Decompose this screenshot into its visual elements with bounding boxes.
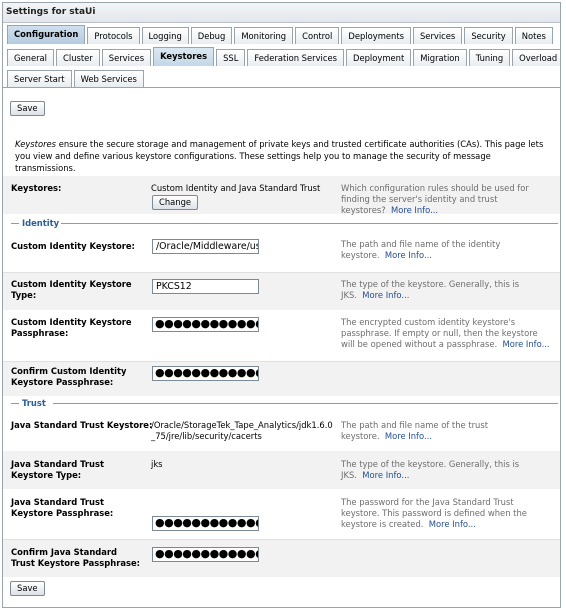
trust-type-help: The type of the keystore. Generally, thi… [341,459,551,481]
tab-cluster[interactable]: Cluster [56,49,100,66]
trust-confirm-input[interactable]: ●●●●●●●●●●●●●●●● [152,547,259,562]
trust-confirm-row: Confirm Java Standard Trust Keystore Pas… [3,540,560,577]
tab-ssl[interactable]: SSL [216,49,246,66]
tab-monitoring[interactable]: Monitoring [234,27,294,44]
identity-passphrase-more-info-link[interactable]: More Info... [502,339,549,349]
tab-row-secondary: General Cluster Services Keystores SSL Federa… [3,44,560,66]
tab-bar: Configuration Protocols Logging Debug Monito… [3,23,560,88]
tab-logging[interactable]: Logging [141,27,189,44]
identity-keystore-label: Custom Identity Keystore: [11,241,135,251]
trust-passphrase-input[interactable]: ●●●●●●●●●●●●●●●● [152,516,259,531]
identity-type-input[interactable]: PKCS12 [152,279,259,294]
tab-security[interactable]: Security [464,27,513,44]
tab-tuning[interactable]: Tuning [468,49,511,66]
identity-passphrase-label: Custom Identity Keystore Passphrase: [11,317,132,338]
identity-type-row: Custom Identity Keystore Type: PKCS12 Th… [3,273,560,310]
tab-protocols[interactable]: Protocols [87,27,140,44]
trust-passphrase-more-info-link[interactable]: More Info... [429,519,476,529]
trust-passphrase-help: The password for the Java Standard Trust… [341,497,551,530]
tab-general[interactable]: General [7,49,55,66]
keystores-help: Which configuration rules should be used… [341,183,551,216]
trust-type-more-info-link[interactable]: More Info... [362,470,409,480]
identity-keystore-input[interactable]: /Oracle/Middleware/us [152,239,259,254]
identity-keystore-help: The path and file name of the identity k… [341,239,551,261]
identity-confirm-label: Confirm Custom Identity Keystore Passphr… [11,366,127,387]
tab-federation-services[interactable]: Federation Services [247,49,344,66]
trust-passphrase-row: Java Standard Trust Keystore Passphrase:… [3,490,560,539]
tab-services[interactable]: Services [101,49,152,66]
trust-keystore-value: /Oracle/StorageTek_Tape_Analytics/jdk1.6… [151,420,333,441]
save-button-top[interactable]: Save [10,101,45,116]
tab-control[interactable]: Control [295,27,340,44]
identity-passphrase-input[interactable]: ●●●●●●●●●●●●●●●● [152,317,259,332]
trust-section-header: Trust [11,398,558,409]
keystores-value: Custom Identity and Java Standard Trust [151,183,321,193]
identity-type-label: Custom Identity Keystore Type: [11,279,132,300]
tab-debug[interactable]: Debug [190,27,233,44]
keystores-more-info-link[interactable]: More Info... [391,205,438,215]
tab-deployments[interactable]: Deployments [341,27,411,44]
identity-section-title: Identity [22,218,60,228]
keystores-label: Keystores: [11,183,62,193]
settings-panel: Settings for staUi Configuration Protocol… [2,2,561,608]
identity-type-more-info-link[interactable]: More Info... [362,290,409,300]
identity-section-header: Identity [11,218,558,229]
identity-passphrase-row: Custom Identity Keystore Passphrase: ●●●… [3,311,560,361]
change-button[interactable]: Change [152,195,199,210]
trust-confirm-label: Confirm Java Standard Trust Keystore Pas… [11,547,141,568]
trust-keystore-more-info-link[interactable]: More Info... [385,431,432,441]
tab-overload[interactable]: Overload [512,49,560,66]
tab-deployment[interactable]: Deployment [346,49,412,66]
trust-passphrase-label: Java Standard Trust Keystore Passphrase: [11,497,114,518]
tab-row-tertiary: Server Start Web Services [3,66,560,88]
tab-row-primary: Configuration Protocols Logging Debug Monito… [3,23,560,44]
trust-section-title: Trust [22,398,46,408]
intro-text: Keystores ensure the secure storage and … [15,138,551,174]
tab-notes[interactable]: Notes [514,27,553,44]
trust-keystore-help: The path and file name of the trust keys… [341,420,551,442]
identity-passphrase-help: The encrypted custom identity keystore's… [341,317,551,350]
intro-term: Keystores [15,139,57,149]
trust-type-row: Java Standard Trust Keystore Type: jks T… [3,451,560,489]
intro-body: ensure the secure storage and management… [15,139,544,173]
identity-keystore-row: Custom Identity Keystore: /Oracle/Middle… [3,233,560,272]
identity-keystore-more-info-link[interactable]: More Info... [385,250,432,260]
identity-confirm-input[interactable]: ●●●●●●●●●●●●●●●● [152,366,259,381]
tab-migration[interactable]: Migration [413,49,467,66]
tab-configuration[interactable]: Configuration [7,25,86,44]
trust-type-label: Java Standard Trust Keystore Type: [11,459,105,480]
tab-services[interactable]: Services [412,27,463,44]
trust-keystore-label: Java Standard Trust Keystore: [11,420,153,430]
page-title: Settings for staUi [3,3,560,23]
tab-server-start[interactable]: Server Start [7,70,72,87]
trust-type-value: jks [151,459,163,469]
tab-web-services[interactable]: Web Services [73,70,144,87]
tab-keystores[interactable]: Keystores [153,47,215,66]
identity-confirm-row: Confirm Custom Identity Keystore Passphr… [3,362,560,396]
save-button-bottom[interactable]: Save [10,581,45,596]
identity-type-help: The type of the keystore. Generally, thi… [341,279,551,301]
keystores-row: Keystores: Custom Identity and Java Stan… [3,176,560,216]
trust-keystore-row: Java Standard Trust Keystore: /Oracle/St… [3,414,560,451]
